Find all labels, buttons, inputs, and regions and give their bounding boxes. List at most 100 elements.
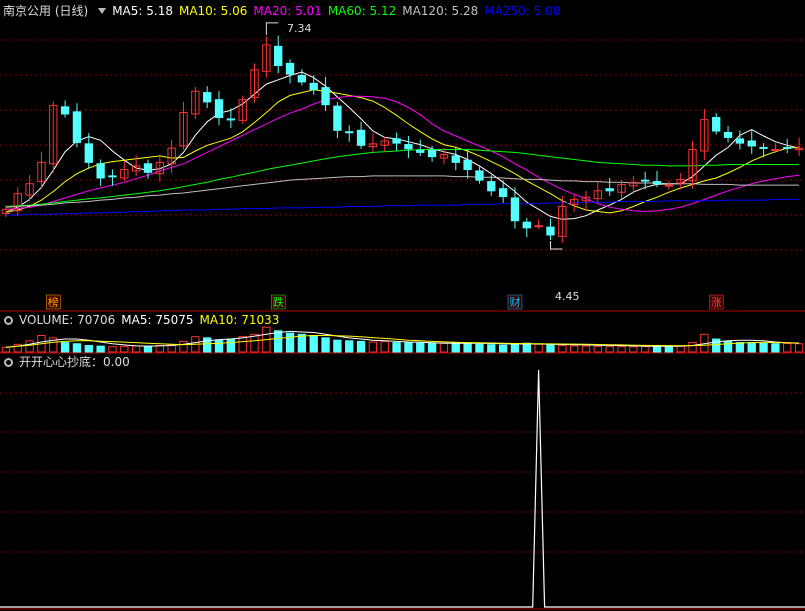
volume-bar bbox=[380, 341, 389, 353]
event-tag-label: 跌 bbox=[273, 295, 284, 309]
candle-body bbox=[202, 92, 212, 103]
high-price-label: 7.34 bbox=[287, 22, 312, 35]
volume-bar bbox=[759, 343, 768, 353]
volume-bar bbox=[321, 337, 330, 353]
volume-bar bbox=[179, 340, 188, 353]
volume-bar bbox=[735, 342, 745, 353]
indicator-panel-header: 开开心心抄底：0.00 bbox=[0, 354, 136, 370]
candle-body bbox=[416, 149, 425, 153]
candle-body bbox=[522, 221, 531, 229]
volume-bar bbox=[688, 342, 697, 353]
volume-bar bbox=[72, 343, 82, 353]
volume-ma5-label: MA5: 75075 bbox=[121, 313, 194, 327]
candle-body bbox=[285, 62, 295, 75]
candle-body bbox=[333, 105, 342, 131]
volume-bar bbox=[569, 345, 579, 353]
candlestick-series[interactable] bbox=[1, 22, 804, 250]
candle-body bbox=[723, 131, 733, 138]
volume-bar bbox=[274, 330, 283, 353]
candle-body bbox=[274, 45, 283, 67]
volume-bar bbox=[404, 342, 413, 353]
volume-bar bbox=[345, 340, 354, 353]
dropdown-arrow-icon[interactable] bbox=[98, 8, 107, 14]
indicator-line bbox=[0, 369, 805, 608]
ma-line-ma120 bbox=[5, 175, 800, 208]
candle-body bbox=[392, 138, 401, 144]
volume-bar bbox=[356, 340, 366, 353]
volume-bar bbox=[238, 336, 247, 353]
volume-bar bbox=[155, 345, 164, 353]
candle-body bbox=[297, 75, 307, 83]
volume-bar bbox=[285, 332, 295, 353]
volume-bar bbox=[546, 344, 555, 353]
volume-bar bbox=[416, 342, 425, 353]
volume-bars[interactable] bbox=[1, 326, 804, 353]
ma20-label: MA20: 5.01 bbox=[253, 4, 322, 18]
volume-bar bbox=[747, 342, 756, 353]
volume-bar bbox=[120, 345, 129, 353]
candle-body bbox=[451, 155, 460, 163]
volume-bar bbox=[333, 339, 342, 353]
low-price-label: 4.45 bbox=[555, 290, 580, 303]
candle-body bbox=[226, 118, 236, 121]
high-marker bbox=[265, 22, 279, 35]
candle-body bbox=[108, 175, 117, 178]
volume-bar bbox=[617, 346, 626, 353]
volume-bar bbox=[392, 342, 401, 353]
candle-body bbox=[143, 163, 153, 173]
moving-average-lines bbox=[5, 71, 800, 220]
candle-body bbox=[96, 163, 105, 179]
volume-bar bbox=[427, 343, 437, 353]
volume-bar bbox=[108, 346, 117, 353]
candle-body bbox=[712, 117, 721, 132]
stock-title[interactable]: 南京公用 (日线) bbox=[3, 4, 88, 18]
indicator-label: 开开心心抄底：0.00 bbox=[19, 355, 130, 369]
candle-body bbox=[321, 87, 330, 106]
event-tag-label: 财 bbox=[509, 295, 520, 309]
volume-bar bbox=[712, 338, 721, 353]
ma-line-ma20 bbox=[5, 95, 800, 213]
volume-bar bbox=[226, 338, 236, 353]
candle-body bbox=[356, 129, 366, 146]
ma250-label: MA250: 5.08 bbox=[484, 4, 561, 18]
candle-body bbox=[546, 226, 555, 236]
settings-gear-icon[interactable] bbox=[4, 316, 13, 325]
low-marker bbox=[549, 240, 563, 250]
candle-body bbox=[72, 111, 82, 143]
volume-bar bbox=[771, 343, 780, 353]
volume-bar bbox=[202, 337, 212, 353]
indicator-line bbox=[0, 369, 805, 608]
candle-body bbox=[345, 131, 354, 134]
candle-body bbox=[510, 197, 520, 222]
candle-body bbox=[404, 144, 413, 150]
volume-bar bbox=[641, 346, 650, 353]
volume-bar bbox=[60, 342, 70, 353]
stock-chart[interactable]: 7.34 4.45 榜 跌 财 涨 bbox=[0, 0, 805, 611]
volume-bar bbox=[664, 345, 674, 353]
candle-body bbox=[783, 146, 792, 149]
volume-bar bbox=[214, 339, 224, 353]
volume-bar bbox=[131, 345, 141, 353]
volume-bar bbox=[723, 340, 733, 353]
volume-bar bbox=[451, 342, 460, 353]
candle-body bbox=[487, 181, 496, 192]
ma10-label: MA10: 5.06 bbox=[178, 4, 248, 18]
volume-bar bbox=[510, 343, 520, 353]
event-tag-label: 涨 bbox=[711, 296, 722, 309]
volume-label: VOLUME: 70706 bbox=[19, 313, 116, 327]
volume-bar bbox=[534, 343, 543, 353]
event-tag-label: 榜 bbox=[48, 295, 59, 309]
candle-body bbox=[214, 99, 224, 119]
candle-body bbox=[652, 181, 662, 185]
candle-body bbox=[498, 188, 508, 198]
volume-bar bbox=[593, 345, 603, 353]
candle-body bbox=[84, 143, 93, 163]
settings-gear-icon[interactable] bbox=[4, 358, 13, 367]
volume-bar bbox=[605, 346, 614, 353]
volume-bar bbox=[463, 343, 472, 353]
candle-body bbox=[759, 146, 768, 149]
event-tags[interactable]: 榜跌财涨 bbox=[46, 294, 724, 310]
volume-bar bbox=[297, 333, 307, 353]
volume-bar bbox=[794, 343, 804, 353]
volume-panel-header: VOLUME: 70706 MA5: 75075 MA10: 71033 bbox=[0, 312, 285, 328]
